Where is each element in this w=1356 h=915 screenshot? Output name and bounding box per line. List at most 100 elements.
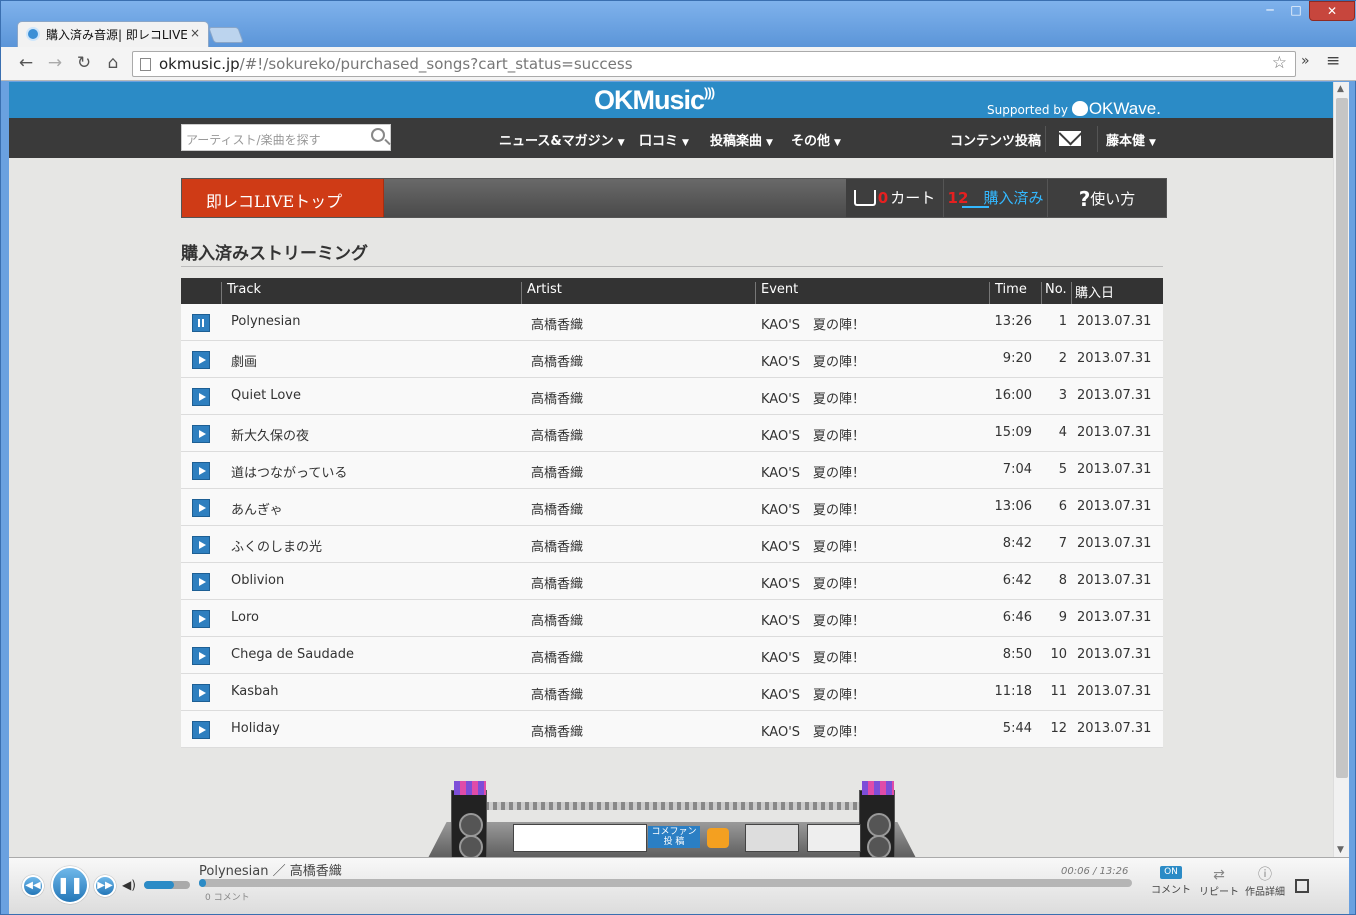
question-icon: ? (1078, 187, 1091, 211)
table-row[interactable]: Polynesian 高橋香織 KAO'S 夏の陣！ 13:26 1 2013.07.31 (181, 304, 1163, 341)
mail-icon[interactable] (1059, 131, 1081, 146)
fast-forward-icon: ▶▶ (97, 880, 113, 891)
col-no[interactable]: No. (1045, 282, 1067, 297)
next-button[interactable]: ▶▶ (94, 875, 116, 897)
play-track-icon[interactable] (192, 721, 210, 739)
window-maximize-button[interactable]: □ (1283, 1, 1309, 21)
scroll-down-arrow-icon[interactable]: ▼ (1337, 845, 1344, 855)
search-input[interactable]: アーティスト/楽曲を探す (181, 124, 391, 151)
col-track[interactable]: Track (227, 282, 261, 297)
expand-icon[interactable] (1295, 879, 1309, 893)
how-to-button[interactable]: ?使い方 (1048, 179, 1166, 217)
forward-arrow-icon[interactable]: → (44, 53, 66, 73)
table-row[interactable]: 新大久保の夜 高橋香織 KAO'S 夏の陣！ 15:09 4 2013.07.31 (181, 415, 1163, 452)
menu-other[interactable]: その他 ▼ (791, 130, 841, 149)
play-track-icon[interactable] (192, 647, 210, 665)
album-thumbnail[interactable] (807, 824, 861, 852)
col-event[interactable]: Event (761, 282, 798, 297)
pause-track-icon[interactable] (192, 314, 210, 332)
play-track-icon[interactable] (192, 388, 210, 406)
back-arrow-icon[interactable]: ← (15, 53, 37, 73)
vertical-scrollbar[interactable]: ▲ ▼ (1333, 82, 1349, 857)
menu-news-magazine[interactable]: ニュース&マガジン ▼ (499, 130, 625, 149)
supported-by[interactable]: Supported by OKWave. (987, 99, 1161, 119)
track-title: Kasbah (231, 684, 279, 699)
table-row[interactable]: Quiet Love 高橋香織 KAO'S 夏の陣！ 16:00 3 2013.07.31 (181, 378, 1163, 415)
table-row[interactable]: Chega de Saudade 高橋香織 KAO'S 夏の陣！ 8:50 10 2013… (181, 637, 1163, 674)
active-indicator (962, 206, 989, 208)
address-bar[interactable]: okmusic.jp/#!/sokureko/purchased_songs?c… (132, 51, 1296, 77)
window-minimize-button[interactable]: ─ (1257, 1, 1283, 21)
progress-bar[interactable] (199, 879, 1132, 887)
scrollbar-thumb[interactable] (1336, 98, 1348, 778)
purchased-button[interactable]: 12 購入済み (944, 179, 1048, 217)
play-track-icon[interactable] (192, 499, 210, 517)
user-menu[interactable]: 藤本健 ▼ (1106, 130, 1156, 149)
comment-toggle[interactable]: ON コメント (1147, 866, 1195, 896)
volume-fill (144, 881, 174, 889)
live-stage-banner[interactable]: コメファン投 稿 (427, 781, 917, 857)
content-post-link[interactable]: コンテンツ投稿 (950, 130, 1041, 149)
table-row[interactable]: Loro 高橋香織 KAO'S 夏の陣！ 6:46 9 2013.07.31 (181, 600, 1163, 637)
tab-close-icon[interactable]: × (190, 26, 200, 40)
purchase-date: 2013.07.31 (1077, 684, 1152, 699)
table-row[interactable]: 劇画 高橋香織 KAO'S 夏の陣！ 9:20 2 2013.07.31 (181, 341, 1163, 378)
play-track-icon[interactable] (192, 462, 210, 480)
rewind-icon: ◀◀ (25, 880, 41, 891)
caret-down-icon: ▼ (682, 138, 689, 148)
table-row[interactable]: 道はつながっている 高橋香織 KAO'S 夏の陣！ 7:04 5 2013.07.31 (181, 452, 1163, 489)
cart-button[interactable]: 0 カート (846, 179, 944, 217)
volume-icon[interactable]: ◀) (122, 878, 136, 892)
sokureko-live-top-button[interactable]: 即レコLIVEトップ (182, 179, 384, 217)
repeat-button[interactable]: ⇄ リピート (1196, 868, 1242, 898)
clap-icon[interactable] (707, 828, 729, 848)
comment-input[interactable] (513, 824, 647, 852)
artist-name: 高橋香織 (531, 466, 584, 481)
extensions-chevron-icon[interactable]: » (1301, 53, 1310, 69)
artist-name: 高橋香織 (531, 614, 584, 629)
scroll-up-arrow-icon[interactable]: ▲ (1337, 84, 1344, 94)
artist-name: 高橋香織 (531, 725, 584, 740)
track-title: Oblivion (231, 573, 285, 588)
play-track-icon[interactable] (192, 536, 210, 554)
reload-icon[interactable]: ↻ (73, 53, 95, 73)
comfan-post-button[interactable]: コメファン投 稿 (648, 826, 700, 848)
play-track-icon[interactable] (192, 684, 210, 702)
menu-reviews[interactable]: 口コミ ▼ (639, 130, 689, 149)
table-row[interactable]: あんぎゃ 高橋香織 KAO'S 夏の陣！ 13:06 6 2013.07.31 (181, 489, 1163, 526)
details-button[interactable]: ⓘ 作品詳細 (1243, 868, 1287, 898)
play-track-icon[interactable] (192, 351, 210, 369)
browser-tab[interactable]: 購入済み音源| 即レコLIVE × (17, 21, 209, 47)
event-name: KAO'S 夏の陣！ (761, 614, 866, 629)
play-track-icon[interactable] (192, 610, 210, 628)
search-icon[interactable] (371, 128, 385, 142)
okmusic-logo[interactable]: OKMusic))) (594, 85, 715, 116)
table-row[interactable]: Holiday 高橋香織 KAO'S 夏の陣！ 5:44 12 2013.07.31 (181, 711, 1163, 748)
cart-icon (853, 190, 876, 206)
event-name: KAO'S 夏の陣！ (761, 688, 866, 703)
bookmark-star-icon[interactable]: ☆ (1272, 53, 1287, 73)
previous-button[interactable]: ◀◀ (22, 875, 44, 897)
col-time[interactable]: Time (995, 282, 1027, 297)
table-row[interactable]: Kasbah 高橋香織 KAO'S 夏の陣！ 11:18 11 2013.07.31 (181, 674, 1163, 711)
new-tab-button[interactable] (208, 27, 244, 43)
event-name: KAO'S 夏の陣！ (761, 318, 866, 333)
volume-slider[interactable] (144, 881, 190, 889)
table-row[interactable]: ふくのしまの光 高橋香織 KAO'S 夏の陣！ 8:42 7 2013.07.31 (181, 526, 1163, 563)
pause-button[interactable]: ❚❚ (51, 866, 89, 904)
play-track-icon[interactable] (192, 425, 210, 443)
home-icon[interactable]: ⌂ (102, 53, 124, 73)
divider (1097, 126, 1098, 152)
menu-icon[interactable]: ≡ (1326, 51, 1340, 71)
main-menu: アーティスト/楽曲を探す ニュース&マガジン ▼ 口コミ ▼ 投稿楽曲 ▼ その他 ▼ … (9, 118, 1333, 158)
play-track-icon[interactable] (192, 573, 210, 591)
table-body: Polynesian 高橋香織 KAO'S 夏の陣！ 13:26 1 2013.07.31… (181, 304, 1163, 748)
track-number: 9 (1058, 610, 1067, 625)
col-purchase-date[interactable]: 購入日 (1075, 282, 1114, 301)
event-name: KAO'S 夏の陣！ (761, 651, 866, 666)
col-artist[interactable]: Artist (527, 282, 562, 297)
table-row[interactable]: Oblivion 高橋香織 KAO'S 夏の陣！ 6:42 8 2013.07.31 (181, 563, 1163, 600)
menu-posted-songs[interactable]: 投稿楽曲 ▼ (710, 130, 773, 149)
artist-thumbnail[interactable] (745, 824, 799, 852)
window-close-button[interactable]: ✕ (1309, 1, 1355, 21)
